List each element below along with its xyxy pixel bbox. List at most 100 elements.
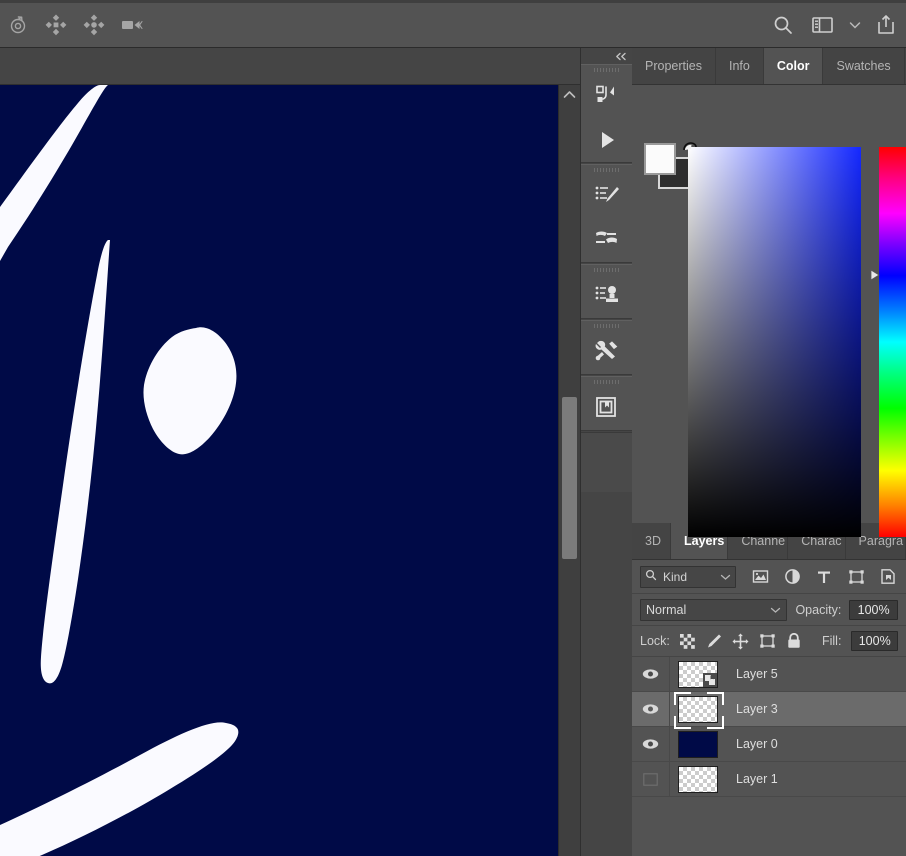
layer-thumbnail — [678, 660, 718, 688]
tab-properties[interactable]: Properties — [632, 48, 716, 84]
layer-thumbnail-cell — [670, 691, 726, 729]
dock-group-clone — [581, 264, 632, 319]
color-panel — [632, 85, 906, 537]
canvas-vertical-scrollbar[interactable] — [558, 85, 580, 856]
filter-type-icon[interactable] — [814, 567, 834, 587]
layer-thumbnail-cell — [670, 660, 726, 688]
dock-empty-area — [581, 432, 632, 492]
dock-clone-source-icon[interactable] — [581, 274, 632, 318]
color-field-marker-icon — [682, 140, 698, 153]
layer-type-filters — [750, 567, 898, 587]
filter-smart-object-icon[interactable] — [878, 567, 898, 587]
tab-3d[interactable]: 3D — [632, 523, 672, 559]
table-row[interactable]: Layer 1 — [632, 761, 906, 797]
dock-group-tool-presets — [581, 320, 632, 375]
rotate-3d-tool[interactable] — [0, 5, 38, 45]
right-panel-column: Properties Info Color Swatches 3D Layers… — [632, 48, 906, 856]
table-row[interactable]: Layer 3 — [632, 691, 906, 729]
lock-all-icon[interactable] — [786, 632, 802, 650]
blend-mode-value: Normal — [646, 602, 687, 617]
tab-swatches[interactable]: Swatches — [823, 48, 905, 84]
table-row[interactable]: Layer 5 — [632, 656, 906, 692]
dock-group-brushes — [581, 164, 632, 263]
dock-collapse-button[interactable] — [581, 48, 633, 64]
foreground-color-swatch[interactable] — [644, 143, 676, 175]
opacity-input[interactable]: 100% — [849, 599, 898, 620]
top-options-bar — [0, 0, 906, 48]
dock-brush-presets-icon[interactable] — [581, 218, 632, 262]
tab-label: Swatches — [836, 59, 891, 73]
fill-label: Fill: — [821, 634, 842, 648]
layer-filter-bar: Kind — [632, 560, 906, 594]
hue-slider-marker-icon — [870, 268, 881, 282]
roll-3d-tool[interactable] — [38, 5, 76, 45]
tab-color[interactable]: Color — [763, 48, 824, 84]
lock-transparent-pixels-icon[interactable] — [680, 632, 696, 650]
scrollbar-thumb[interactable] — [562, 397, 577, 559]
dock-grip[interactable] — [581, 65, 632, 74]
saturation-value-field[interactable] — [688, 147, 861, 537]
layer-name: Layer 5 — [736, 667, 778, 681]
eye-icon — [642, 704, 659, 714]
dock-actions-icon[interactable] — [581, 118, 632, 162]
blend-mode-bar: Normal Opacity: 100% — [632, 594, 906, 626]
lock-bar: Lock: Fill: 100% — [632, 626, 906, 657]
3d-tool-group — [0, 3, 152, 47]
tab-label: Info — [728, 59, 750, 73]
color-panel-tabs: Properties Info Color Swatches — [632, 48, 906, 85]
blend-mode-select[interactable]: Normal — [640, 598, 788, 621]
chevron-down-icon[interactable] — [844, 4, 866, 46]
scroll-up-arrow-icon[interactable] — [559, 85, 580, 103]
layer-thumbnail-cell — [670, 730, 726, 758]
workspace-icon[interactable] — [804, 4, 842, 46]
layers-panel: Kind Normal Opacity: 100% Lock: Fill: 10… — [632, 560, 906, 797]
camera-3d-tool[interactable] — [114, 5, 152, 45]
layer-thumbnail — [678, 730, 718, 758]
dock-tool-presets-icon[interactable] — [581, 330, 632, 374]
document-tab-strip — [0, 48, 580, 85]
dock-brush-settings-icon[interactable] — [581, 174, 632, 218]
tab-info[interactable]: Info — [715, 48, 764, 84]
filter-pixel-icon[interactable] — [750, 567, 770, 587]
top-right-icons — [764, 3, 906, 47]
drag-3d-tool[interactable] — [76, 5, 114, 45]
dock-history-icon[interactable] — [581, 74, 632, 118]
layer-visibility-toggle[interactable] — [632, 691, 670, 727]
dock-grip[interactable] — [581, 165, 632, 174]
document-canvas[interactable] — [0, 85, 558, 856]
layer-visibility-toggle[interactable] — [632, 656, 670, 692]
opacity-label: Opacity: — [795, 602, 842, 617]
eye-icon — [642, 669, 659, 679]
hue-slider[interactable] — [879, 147, 906, 537]
search-icon — [645, 569, 657, 584]
layer-filter-kind-label: Kind — [663, 569, 688, 584]
filter-adjustment-icon[interactable] — [782, 567, 802, 587]
tab-label: Color — [776, 59, 810, 73]
lock-image-pixels-icon[interactable] — [706, 632, 722, 650]
layer-visibility-toggle[interactable] — [632, 761, 670, 797]
dock-grip[interactable] — [581, 321, 632, 330]
lock-artboard-nesting-icon[interactable] — [759, 632, 776, 650]
lock-position-icon[interactable] — [732, 632, 749, 650]
eye-icon — [642, 739, 659, 749]
smart-object-badge-icon — [703, 672, 717, 687]
photoshop-window: Properties Info Color Swatches 3D Layers… — [0, 0, 906, 856]
dock-grip[interactable] — [581, 265, 632, 274]
dock-grip[interactable] — [581, 377, 632, 386]
dock-libraries-icon[interactable] — [581, 386, 632, 430]
layer-name: Layer 0 — [736, 737, 778, 751]
fill-input[interactable]: 100% — [851, 631, 898, 651]
share-icon[interactable] — [868, 4, 906, 46]
eye-icon-hidden — [643, 772, 658, 786]
layer-thumbnail-cell — [670, 765, 726, 793]
filter-shape-icon[interactable] — [846, 567, 866, 587]
layer-filter-kind-select[interactable]: Kind — [640, 565, 736, 588]
lock-label: Lock: — [640, 634, 670, 648]
chevron-down-icon — [720, 570, 731, 584]
tab-label: 3D — [645, 534, 661, 548]
canvas-artwork — [0, 85, 558, 856]
search-icon[interactable] — [764, 4, 802, 46]
table-row[interactable]: Layer 0 — [632, 726, 906, 762]
layer-visibility-toggle[interactable] — [632, 726, 670, 762]
layer-thumbnail — [674, 691, 724, 729]
